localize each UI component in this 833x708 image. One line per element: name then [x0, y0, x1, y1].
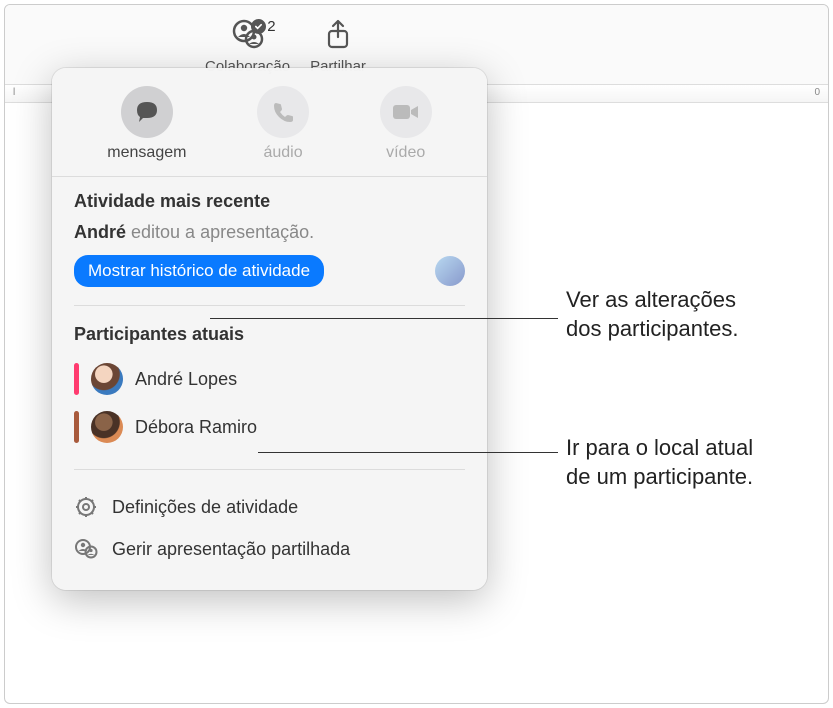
gear-icon — [74, 495, 98, 519]
callout-goto: Ir para o local atual de um participante… — [566, 434, 753, 491]
divider — [74, 305, 465, 306]
people-icon — [74, 537, 98, 561]
participant-name: André Lopes — [135, 369, 237, 390]
callout-text: Ir para o local atual — [566, 434, 753, 463]
divider — [74, 469, 465, 470]
video-icon — [380, 86, 432, 138]
audio-label: áudio — [263, 144, 302, 162]
presence-indicator — [74, 411, 79, 443]
activity-settings-button[interactable]: Definições de atividade — [74, 486, 465, 528]
contact-actions: mensagem áudio vídeo — [52, 68, 487, 177]
callout-text: de um participante. — [566, 463, 753, 492]
callout-text: dos participantes. — [566, 315, 738, 344]
settings-label: Definições de atividade — [112, 497, 298, 518]
message-icon — [121, 86, 173, 138]
callout-line — [258, 452, 558, 453]
collaboration-button[interactable]: 2 Colaboração — [205, 14, 290, 75]
collaboration-popover: mensagem áudio vídeo Atividade mais rece… — [52, 68, 487, 590]
manage-label: Gerir apresentação partilhada — [112, 539, 350, 560]
check-icon — [251, 19, 266, 34]
video-button[interactable]: vídeo — [380, 86, 432, 162]
popover-footer: Definições de atividade Gerir apresentaç… — [52, 474, 487, 590]
audio-button[interactable]: áudio — [257, 86, 309, 162]
activity-line: André editou a apresentação. — [74, 222, 465, 243]
participant-item[interactable]: André Lopes — [74, 355, 465, 403]
activity-action: editou a apresentação. — [126, 222, 314, 242]
callout-line — [210, 318, 558, 319]
recent-activity-section: Atividade mais recente André editou a ap… — [52, 177, 487, 301]
participant-item[interactable]: Débora Ramiro — [74, 403, 465, 451]
collaboration-badge: 2 — [251, 18, 275, 35]
phone-icon — [257, 86, 309, 138]
participants-section: Participantes atuais André Lopes Débora … — [52, 310, 487, 465]
share-button[interactable]: Partilhar — [310, 14, 366, 75]
video-label: vídeo — [386, 144, 425, 162]
activity-header: Atividade mais recente — [74, 191, 465, 212]
participants-header: Participantes atuais — [74, 324, 465, 345]
presence-indicator — [74, 363, 79, 395]
message-button[interactable]: mensagem — [107, 86, 186, 162]
share-icon — [325, 19, 351, 51]
callout-text: Ver as alterações — [566, 286, 738, 315]
message-label: mensagem — [107, 144, 186, 162]
activity-actor: André — [74, 222, 126, 242]
ruler-tick: 0 — [814, 87, 820, 98]
avatar — [91, 363, 123, 395]
callout-changes: Ver as alterações dos participantes. — [566, 286, 738, 343]
participant-name: Débora Ramiro — [135, 417, 257, 438]
avatar — [91, 411, 123, 443]
badge-count: 2 — [267, 18, 275, 35]
activity-avatar — [435, 256, 465, 286]
ruler-tick: l — [13, 87, 15, 98]
show-activity-history-button[interactable]: Mostrar histórico de atividade — [74, 255, 324, 287]
manage-shared-button[interactable]: Gerir apresentação partilhada — [74, 528, 465, 570]
